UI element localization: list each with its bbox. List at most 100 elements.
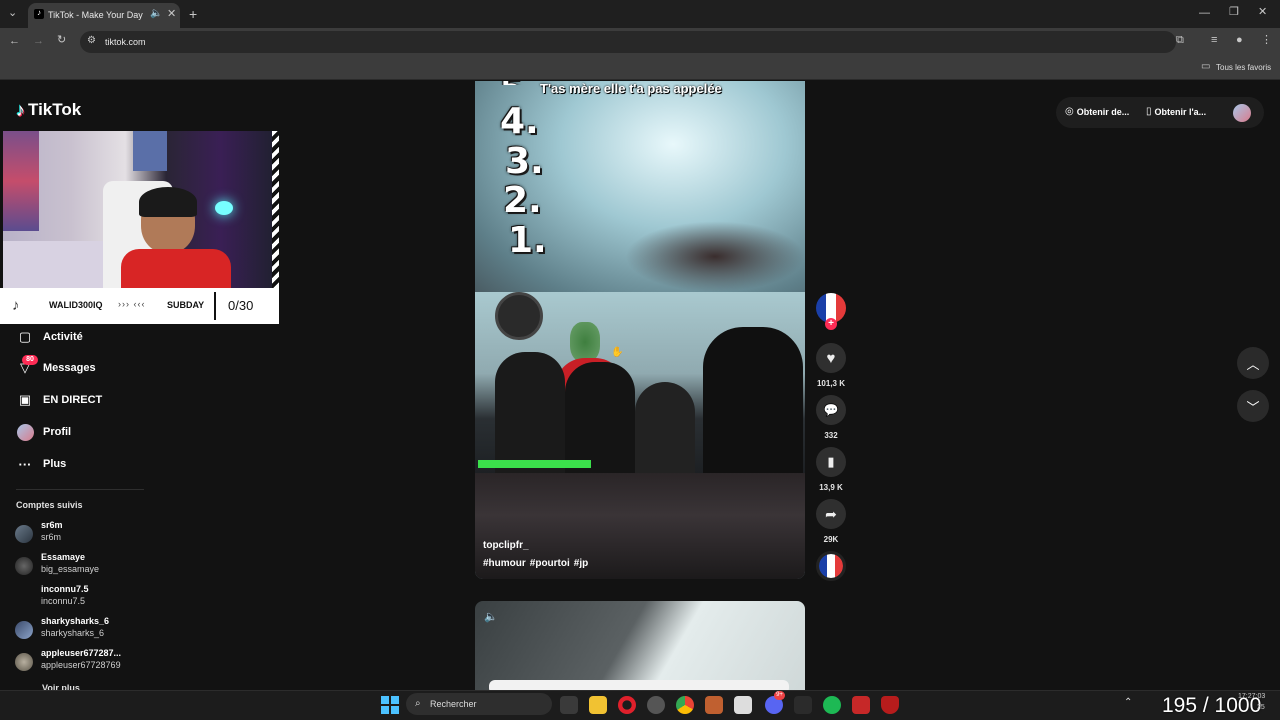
tab-audio-icon[interactable]: 🔈 — [150, 9, 162, 19]
app-icon[interactable] — [852, 696, 870, 714]
account-name: appleuser677287... — [41, 648, 122, 658]
tiktok-favicon-icon: ♪ — [34, 9, 44, 19]
plant — [570, 322, 600, 362]
subday-bar: ♪ WALID300IQ ››› ‹‹‹ SUBDAY 0/30 — [0, 288, 279, 324]
video-author[interactable]: topclipfr_ — [483, 540, 529, 551]
app-icon[interactable] — [734, 696, 752, 714]
window-close-icon[interactable]: ✕ — [1258, 7, 1267, 18]
nav-live[interactable]: ▣ EN DIRECT — [16, 390, 102, 410]
streamer-name: WALID300IQ — [49, 300, 103, 310]
previous-video-button[interactable]: ︿ — [1237, 347, 1269, 379]
nav-more[interactable]: ··· Plus — [16, 454, 67, 474]
video-player[interactable]: ✋ T'as mère elle t'a pas appelée 5. 4. 3… — [475, 81, 805, 579]
nav-messages[interactable]: ▽ 80 Messages — [16, 355, 96, 378]
subday-label: SUBDAY — [167, 300, 205, 310]
app-icon[interactable] — [647, 696, 665, 714]
chrome-icon[interactable] — [676, 696, 694, 714]
hashtag-link[interactable]: #humour — [483, 558, 526, 569]
see-more-link[interactable]: Voir plus — [42, 683, 80, 690]
new-tab-icon[interactable]: + — [189, 7, 197, 21]
countdown-5: 5. — [500, 81, 534, 85]
app-icon[interactable] — [794, 696, 812, 714]
get-app-label: Obtenir l'a... — [1154, 106, 1207, 117]
app-icon[interactable] — [705, 696, 723, 714]
nav-more-label: Plus — [43, 458, 67, 470]
nav-profile[interactable]: Profil — [16, 422, 71, 442]
account-avatar — [15, 621, 33, 639]
windows-start-icon[interactable] — [381, 696, 399, 714]
opera-icon[interactable] — [618, 696, 636, 714]
account-icon[interactable]: ● — [1236, 35, 1243, 46]
taskbar-search[interactable]: ⌕ Rechercher — [406, 693, 552, 715]
user-avatar[interactable] — [1233, 104, 1251, 122]
clock-time: 17:27:03 — [1238, 693, 1266, 700]
share-button[interactable]: ➦ — [816, 499, 846, 529]
task-view-icon[interactable] — [560, 696, 578, 714]
reload-icon[interactable]: ↻ — [57, 35, 66, 46]
followed-account[interactable]: inconnu7.5 inconnu7.5 — [15, 584, 165, 610]
sound-disc[interactable] — [816, 551, 846, 581]
followed-account[interactable]: sr6m sr6m — [15, 520, 165, 546]
video-caption-line: T'as mère elle t'a pas appelée — [540, 81, 722, 96]
menu-kebab-icon[interactable]: ⋮ — [1261, 35, 1272, 46]
shield-icon[interactable] — [881, 696, 899, 714]
cursor-hand-icon: ✋ — [611, 347, 624, 358]
tab-close-icon[interactable]: ✕ — [167, 9, 176, 20]
countdown-2: 2. — [503, 180, 542, 221]
account-handle: sharkysharks_6 — [41, 628, 105, 638]
minimize-icon[interactable]: — — [1199, 8, 1210, 19]
forward-icon[interactable]: → — [33, 36, 44, 47]
followed-account[interactable]: appleuser677287... appleuser67728769 — [15, 648, 165, 674]
get-coins-button[interactable]: ◎ Obtenir de... — [1065, 106, 1129, 117]
next-video-button[interactable]: ﹀ — [1237, 390, 1269, 422]
tiktok-note-icon: ♪ — [16, 99, 25, 120]
bed — [3, 241, 113, 288]
overlay-stripe — [272, 131, 279, 288]
all-bookmarks-label[interactable]: Tous les favoris — [1216, 63, 1271, 72]
stream-progress-bar — [478, 460, 591, 468]
nav-activity[interactable]: ▢ Activité — [16, 327, 83, 347]
nav-activity-label: Activité — [43, 331, 83, 343]
person-3 — [635, 382, 695, 473]
site-info-icon[interactable]: ⚙ — [87, 36, 96, 46]
more-icon: ··· — [18, 456, 32, 472]
get-coins-label: Obtenir de... — [1076, 106, 1130, 117]
tray-chevron-icon[interactable]: ⌃ — [1124, 697, 1132, 708]
address-bar[interactable]: ⚙ tiktok.com — [80, 31, 1176, 53]
file-explorer-icon[interactable] — [589, 696, 607, 714]
back-icon[interactable]: ← — [9, 36, 20, 47]
neon-light — [215, 201, 233, 215]
blurred-shape — [625, 221, 805, 292]
coin-icon: ◎ — [1065, 106, 1074, 117]
windows-taskbar — [0, 690, 1280, 720]
restore-icon[interactable]: ❐ — [1229, 7, 1239, 18]
follow-plus-icon[interactable]: + — [825, 318, 837, 330]
tiktok-logo[interactable]: ♪ TikTok — [16, 99, 81, 121]
spotify-icon[interactable] — [823, 696, 841, 714]
get-app-button[interactable]: ▯ Obtenir l'a... — [1146, 106, 1206, 117]
overlay-arrows: ››› ‹‹‹ — [118, 299, 146, 309]
account-handle: inconnu7.5 — [41, 596, 86, 606]
hashtag-link[interactable]: #pourtoi — [530, 558, 570, 569]
comment-button[interactable]: 💬 — [816, 395, 846, 425]
video-clip-frame: ✋ — [475, 292, 805, 473]
hashtag-link[interactable]: #jp — [574, 558, 588, 569]
person-4 — [703, 327, 803, 473]
live-icon: ▣ — [18, 392, 32, 407]
next-caption-box — [489, 680, 789, 690]
browser-tab-bar: ⌄ ♪ TikTok - Make Your Day 🔈 ✕ + — ❐ ✕ — [0, 0, 1280, 28]
profile-avatar — [16, 423, 34, 441]
like-button[interactable]: ♥ — [816, 343, 846, 373]
heart-icon: ♥ — [826, 349, 836, 367]
followed-account[interactable]: Essamaye big_essamaye — [15, 552, 165, 578]
discord-badge: 9+ — [774, 691, 785, 700]
discord-icon[interactable]: 9+ — [765, 691, 785, 714]
next-video-player[interactable]: 🔈 — [475, 601, 805, 690]
followed-account[interactable]: sharkysharks_6 sharkysharks_6 — [15, 616, 165, 642]
tab-search-chevron-icon[interactable]: ⌄ — [8, 8, 17, 19]
volume-icon[interactable]: 🔈 — [484, 610, 498, 623]
extensions-icon[interactable]: ⧉ — [1176, 35, 1184, 46]
browser-tab[interactable]: ♪ TikTok - Make Your Day 🔈 ✕ — [28, 3, 180, 28]
save-button[interactable]: ▮ — [816, 447, 846, 477]
media-control-icon[interactable]: ≡ — [1211, 35, 1217, 46]
